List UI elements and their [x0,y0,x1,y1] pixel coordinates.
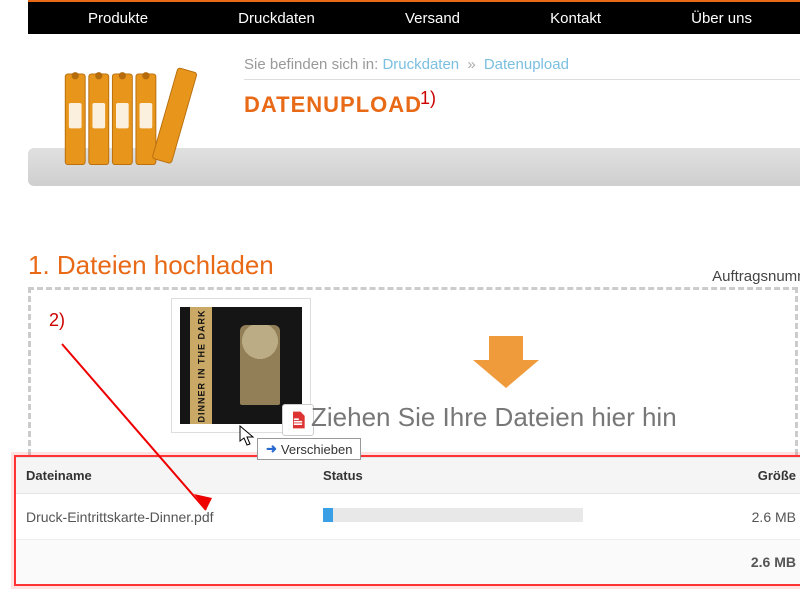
breadcrumb-prefix: Sie befinden sich in: [244,56,378,73]
dropzone-text: Ziehen Sie Ihre Dateien hier hin [311,402,677,433]
nav-druckdaten[interactable]: Druckdaten [238,10,315,27]
main-nav: Produkte Druckdaten Versand Kontakt Über… [28,0,800,34]
auftragsnummer-label: Auftragsnumme [712,268,800,285]
progress-bar [323,508,583,522]
breadcrumb-current: Datenupload [484,56,569,73]
table-total-row: 2.6 MB [16,540,800,585]
breadcrumb: Sie befinden sich in: Druckdaten » Daten… [244,56,800,80]
drag-tooltip: ➜ Verschieben [257,438,361,460]
nav-versand[interactable]: Versand [405,10,460,27]
nav-ueber-uns[interactable]: Über uns [691,10,752,27]
binders-icon [58,48,203,176]
th-status: Status [313,458,714,494]
mouse-cursor-icon [239,425,257,447]
th-size: Größe [714,458,800,494]
drag-tooltip-label: Verschieben [281,442,353,457]
download-arrow-icon [471,332,541,390]
cell-size: 2.6 MB [714,494,800,540]
progress-fill [323,508,333,522]
annotation-1: 1) [420,88,436,109]
header-area: Sie befinden sich in: Druckdaten » Daten… [28,34,800,186]
cell-total-size: 2.6 MB [16,540,800,585]
page-title: DATENUPLOAD [244,92,422,118]
cell-status [313,494,714,540]
breadcrumb-link-druckdaten[interactable]: Druckdaten [382,56,459,73]
breadcrumb-separator: » [467,56,475,73]
nav-produkte[interactable]: Produkte [88,10,148,27]
nav-kontakt[interactable]: Kontakt [550,10,601,27]
section-title: 1. Dateien hochladen [28,250,800,281]
annotation-arrow [56,338,236,538]
annotation-2: 2) [49,310,65,331]
move-arrow-icon: ➜ [266,441,277,457]
pdf-icon [282,404,314,436]
